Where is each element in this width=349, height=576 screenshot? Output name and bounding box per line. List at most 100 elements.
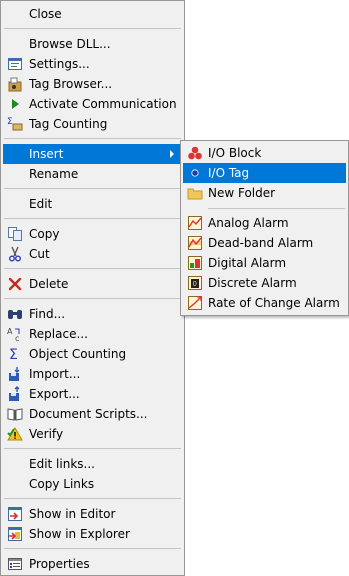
menu-item-settings[interactable]: Settings... [3,54,182,74]
show-in-editor-icon [7,506,23,522]
menu-item-label: Document Scripts... [29,407,148,421]
menu-item-delete[interactable]: Delete [3,274,182,294]
svg-text:A: A [7,327,13,336]
copy-icon [7,226,23,242]
submenu-item-rate-of-change-alarm[interactable]: Rate of Change Alarm [183,293,346,313]
submenu-item-label: Analog Alarm [208,216,289,230]
book-icon [7,406,23,422]
menu-item-activate-communication[interactable]: Activate Communication [3,94,182,114]
menu-item-show-in-explorer[interactable]: Show in Explorer [3,524,182,544]
io-tag-dot-icon [187,165,203,181]
submenu-item-label: I/O Tag [208,166,250,180]
submenu-item-digital-alarm[interactable]: Digital Alarm [183,253,346,273]
submenu-item-io-tag[interactable]: I/O Tag [183,163,346,183]
submenu-item-label: New Folder [208,186,276,200]
menu-item-label: Copy Links [29,477,95,491]
deadband-alarm-icon [187,235,203,251]
menu-item-label: Edit [29,197,53,211]
menu-separator [4,548,181,549]
menu-item-show-in-editor[interactable]: Show in Editor [3,504,182,524]
analog-alarm-icon [187,215,203,231]
menu-item-import[interactable]: Import... [3,364,182,384]
submenu-item-label: Rate of Change Alarm [208,296,340,310]
show-in-explorer-icon [7,526,23,542]
menu-item-object-counting[interactable]: Σ Object Counting [3,344,182,364]
menu-item-label: Export... [29,387,80,401]
export-icon [7,386,23,402]
submenu-arrow-icon [170,150,174,158]
menu-item-edit[interactable]: Edit [3,194,182,214]
binoculars-icon [7,306,23,322]
menu-item-label: Edit links... [29,457,95,471]
menu-item-label: Find... [29,307,66,321]
menu-item-properties[interactable]: Properties [3,554,182,574]
menu-item-label: Properties [29,557,90,571]
context-menu: Close Browse DLL... Settings... Tag Brow… [0,0,185,576]
menu-item-label: Tag Browser... [29,77,113,91]
submenu-item-discrete-alarm[interactable]: 0 Discrete Alarm [183,273,346,293]
menu-item-label: Copy [29,227,60,241]
menu-item-label: Replace... [29,327,88,341]
menu-item-label: Browse DLL... [29,37,111,51]
svg-text:Σ: Σ [9,347,18,362]
menu-separator [4,188,181,189]
menu-item-label: Verify [29,427,64,441]
menu-separator [4,298,181,299]
submenu-item-label: Discrete Alarm [208,276,297,290]
svg-text:c: c [15,334,19,342]
menu-item-close[interactable]: Close [3,4,182,24]
verify-warning-icon [7,426,23,442]
svg-text:0: 0 [193,280,197,288]
menu-item-label: Settings... [29,57,90,71]
io-block-icon [187,145,203,161]
menu-item-label: Show in Explorer [29,527,130,541]
discrete-alarm-icon: 0 [187,275,203,291]
digital-alarm-icon [187,255,203,271]
menu-item-cut[interactable]: Cut [3,244,182,264]
menu-separator [4,448,181,449]
menu-item-replace[interactable]: Ac Replace... [3,324,182,344]
menu-item-rename[interactable]: Rename [3,164,182,184]
import-icon [7,366,23,382]
menu-item-browse-dll[interactable]: Browse DLL... [3,34,182,54]
menu-separator [4,138,181,139]
menu-separator [4,218,181,219]
submenu-item-label: I/O Block [208,146,262,160]
menu-item-label: Close [29,7,62,21]
menu-item-label: Rename [29,167,79,181]
menu-item-verify[interactable]: Verify [3,424,182,444]
menu-item-label: Show in Editor [29,507,116,521]
submenu-item-analog-alarm[interactable]: Analog Alarm [183,213,346,233]
menu-item-label: Import... [29,367,81,381]
submenu-item-label: Digital Alarm [208,256,287,270]
menu-item-tag-counting[interactable]: Σ Tag Counting [3,114,182,134]
sigma-tag-icon: Σ [7,116,23,132]
menu-separator [208,208,345,209]
menu-item-copy-links[interactable]: Copy Links [3,474,182,494]
menu-item-export[interactable]: Export... [3,384,182,404]
menu-item-label: Cut [29,247,50,261]
menu-item-insert[interactable]: Insert [3,144,182,164]
submenu-item-label: Dead-band Alarm [208,236,314,250]
submenu-item-new-folder[interactable]: New Folder [183,183,346,203]
submenu-item-io-block[interactable]: I/O Block [183,143,346,163]
rate-of-change-alarm-icon [187,295,203,311]
menu-item-label: Tag Counting [29,117,108,131]
menu-item-label: Delete [29,277,69,291]
scissors-icon [7,246,23,262]
menu-item-find[interactable]: Find... [3,304,182,324]
menu-item-document-scripts[interactable]: Document Scripts... [3,404,182,424]
menu-item-label: Insert [29,147,64,161]
menu-item-label: Object Counting [29,347,127,361]
menu-separator [4,268,181,269]
menu-item-tag-browser[interactable]: Tag Browser... [3,74,182,94]
menu-item-label: Activate Communication [29,97,177,111]
play-icon [7,96,23,112]
submenu-item-deadband-alarm[interactable]: Dead-band Alarm [183,233,346,253]
properties-icon [7,556,23,572]
sigma-icon: Σ [7,346,23,362]
menu-item-copy[interactable]: Copy [3,224,182,244]
delete-x-icon [7,276,23,292]
menu-item-edit-links[interactable]: Edit links... [3,454,182,474]
settings-window-icon [7,56,23,72]
